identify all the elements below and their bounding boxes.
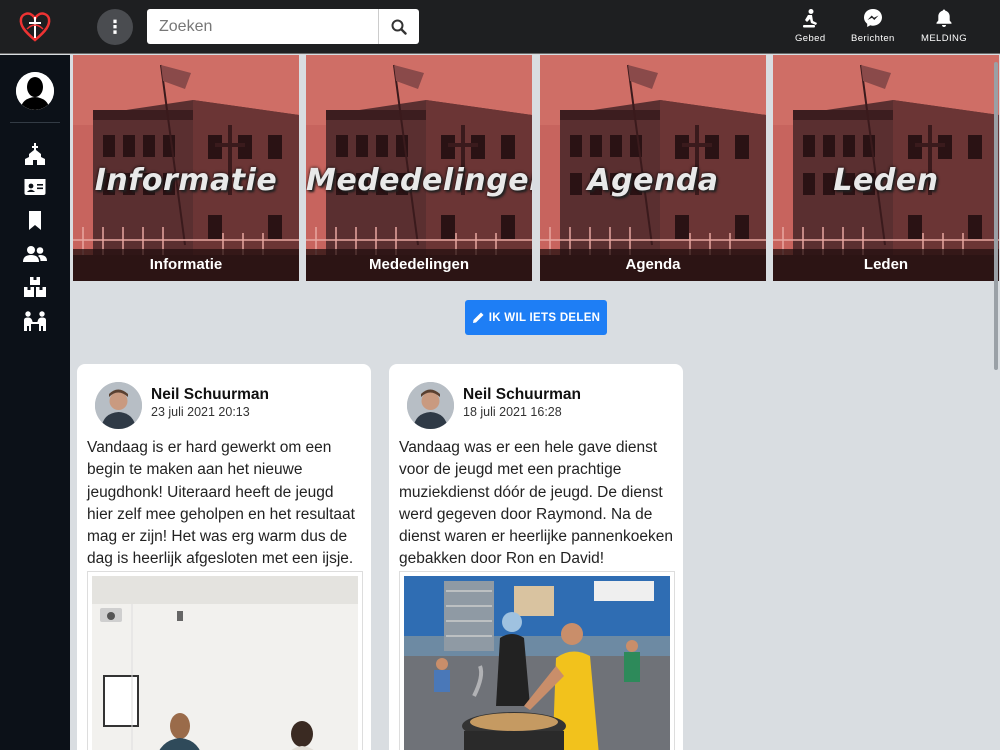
tile-mededelingen[interactable]: Mededelingen Mededelingen — [306, 55, 532, 281]
sidebar-divider — [10, 122, 60, 123]
tile-caption: Leden — [773, 249, 999, 281]
author-avatar[interactable] — [95, 382, 142, 429]
pen-icon — [472, 312, 484, 323]
sidebar-item-church[interactable] — [22, 142, 48, 166]
post-text: Vandaag is er hard gewerkt om een begin … — [87, 439, 355, 568]
nav-gebed[interactable]: Gebed — [795, 8, 826, 44]
bell-icon — [936, 9, 952, 27]
messenger-icon — [863, 9, 882, 27]
search-bar — [147, 9, 419, 44]
share-something-button[interactable]: IK WIL IETS DELEN — [465, 300, 607, 335]
users-icon — [23, 246, 47, 262]
post-card: Neil Schuurman 18 juli 2021 16:28 Vandaa… — [389, 364, 683, 750]
search-icon — [391, 19, 407, 35]
author-photo — [95, 382, 142, 429]
id-card-icon — [24, 179, 46, 195]
room-painting-photo — [92, 576, 358, 750]
praying-icon — [803, 9, 818, 28]
search-input[interactable] — [147, 9, 379, 44]
heart-cross-logo-icon — [19, 12, 51, 42]
author-photo — [407, 382, 454, 429]
site-logo[interactable] — [18, 9, 52, 43]
tile-leden[interactable]: Leden Leden — [773, 55, 999, 281]
sidebar-item-users[interactable] — [22, 242, 48, 266]
sidebar — [0, 55, 70, 750]
user-avatar[interactable] — [16, 72, 54, 110]
bookmark-icon — [29, 210, 41, 230]
sidebar-item-boxes[interactable] — [22, 275, 48, 299]
sidebar-item-id-card[interactable] — [22, 175, 48, 199]
post-author[interactable]: Neil Schuurman — [463, 386, 581, 404]
vertical-dots-icon: ⋮ — [106, 16, 124, 37]
post-date: 18 juli 2021 16:28 — [463, 405, 562, 419]
tile-title: Informatie — [94, 163, 278, 198]
post-author[interactable]: Neil Schuurman — [151, 386, 269, 404]
nav-berichten[interactable]: Berichten — [851, 8, 895, 44]
post-card: Neil Schuurman 23 juli 2021 20:13 Vandaa… — [77, 364, 371, 750]
tile-informatie[interactable]: Informatie Informatie — [73, 55, 299, 281]
author-avatar[interactable] — [407, 382, 454, 429]
top-bar: ⋮ Gebed Berichten MELDING — [0, 0, 1000, 54]
tile-title: Mededelingen — [306, 163, 532, 198]
share-button-label: IK WIL IETS DELEN — [488, 311, 601, 324]
post-photo[interactable] — [87, 571, 363, 750]
church-icon — [25, 143, 45, 165]
user-silhouette-icon — [16, 72, 54, 110]
page-scrollbar[interactable] — [994, 62, 998, 370]
search-button[interactable] — [379, 9, 419, 44]
pancake-baking-photo — [404, 576, 670, 750]
nav-gebed-label: Gebed — [795, 33, 826, 44]
post-photo[interactable] — [399, 571, 675, 750]
tile-title: Agenda — [587, 163, 719, 198]
nav-berichten-label: Berichten — [851, 33, 895, 44]
boxes-icon — [24, 277, 46, 297]
sidebar-item-bookmarks[interactable] — [22, 208, 48, 232]
nav-melding[interactable]: MELDING — [921, 8, 967, 44]
tile-agenda[interactable]: Agenda Agenda — [540, 55, 766, 281]
people-meeting-icon — [24, 311, 46, 331]
post-date: 23 juli 2021 20:13 — [151, 405, 250, 419]
sidebar-item-meetings[interactable] — [22, 309, 48, 333]
tile-caption: Mededelingen — [306, 249, 532, 281]
tile-caption: Agenda — [540, 249, 766, 281]
tile-title: Leden — [833, 163, 939, 198]
tile-caption: Informatie — [73, 249, 299, 281]
post-text: Vandaag was er een hele gave dienst voor… — [399, 439, 674, 568]
nav-melding-label: MELDING — [921, 33, 968, 44]
more-menu-button[interactable]: ⋮ — [97, 9, 133, 45]
